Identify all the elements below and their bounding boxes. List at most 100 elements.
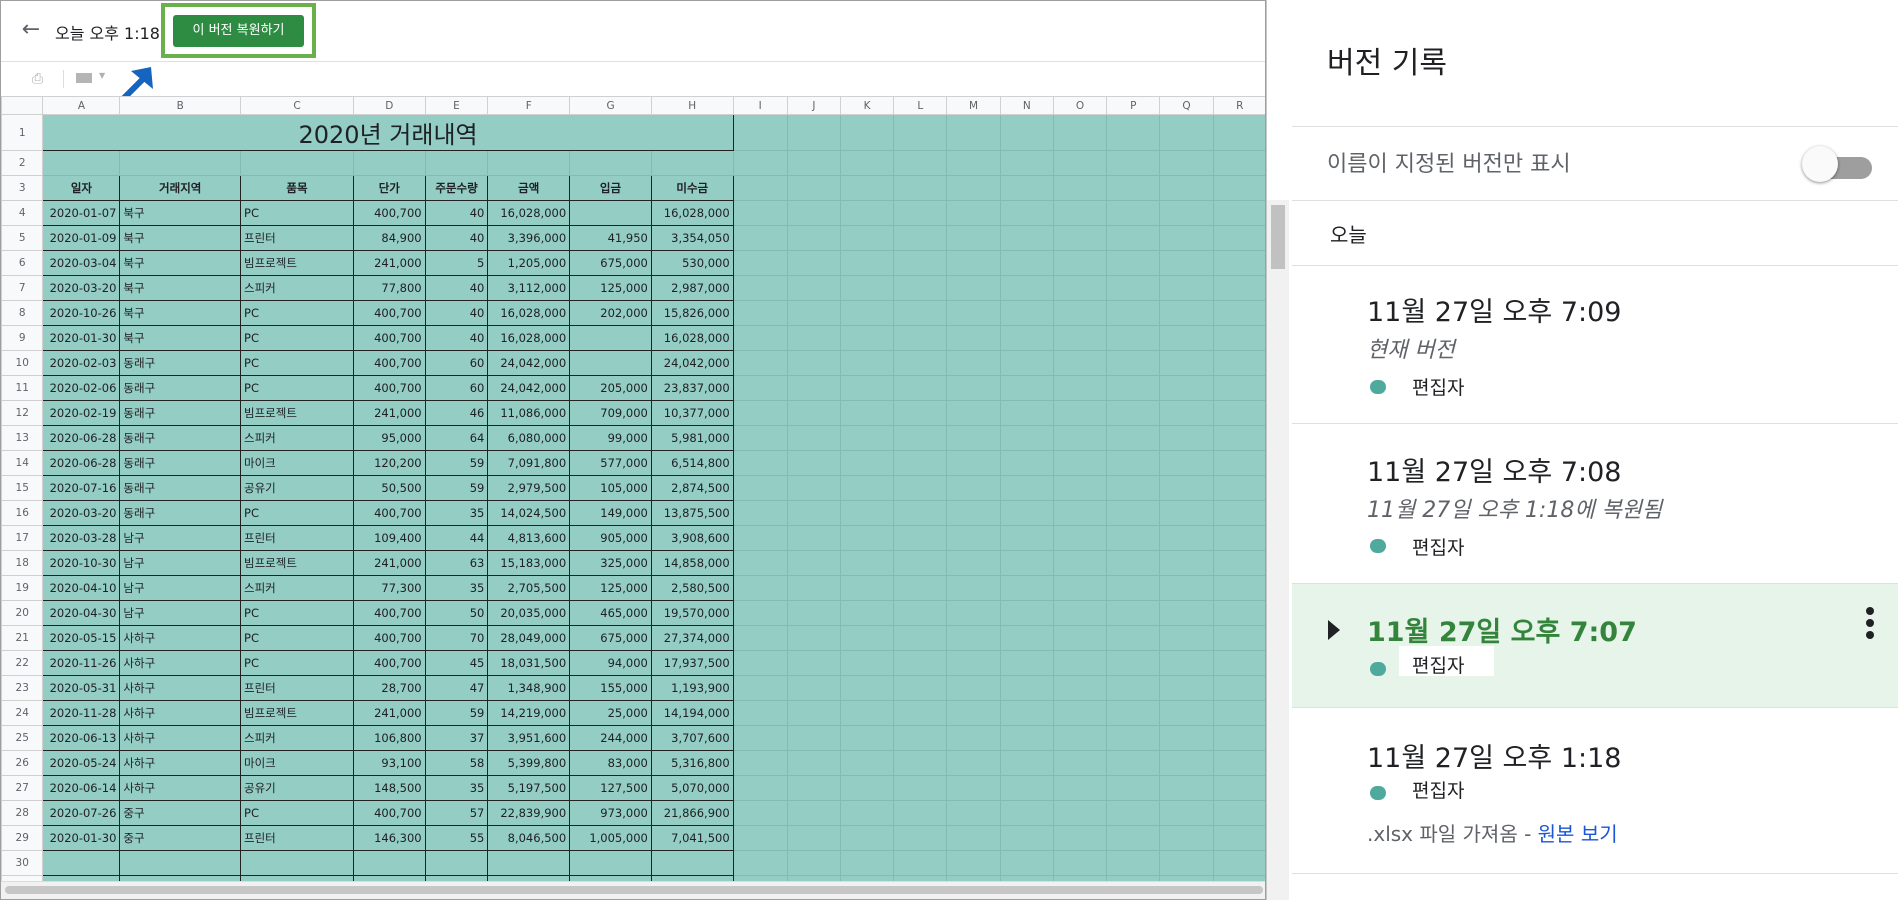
grid-cell[interactable]: [1052, 450, 1108, 476]
grid-cell[interactable]: [893, 375, 948, 401]
version-item[interactable]: 11월 27일 오후 7:09 현재 버전 편집자: [1292, 266, 1898, 424]
grid-cell[interactable]: [786, 150, 841, 176]
grid-cell[interactable]: [1052, 425, 1108, 451]
grid-cell[interactable]: [1052, 775, 1108, 801]
grid-cell[interactable]: [1159, 450, 1214, 476]
sheet-grid[interactable]: A B C D E F G H I J K L M N O P Q R 1 2020년 거래내역 2 3 일자 거래지역 품목 단…: [1, 96, 1265, 881]
data-cell[interactable]: 59: [424, 475, 489, 501]
grid-cell[interactable]: [786, 475, 841, 501]
grid-cell[interactable]: [946, 500, 1001, 526]
grid-cell[interactable]: [999, 200, 1054, 226]
grid-cell[interactable]: [1052, 400, 1108, 426]
data-cell[interactable]: 빔프로젝트: [240, 400, 354, 426]
grid-cell[interactable]: [1212, 425, 1265, 451]
grid-cell[interactable]: [1106, 275, 1161, 301]
data-cell[interactable]: 남구: [119, 550, 242, 576]
data-cell[interactable]: 13,875,500: [650, 500, 734, 526]
grid-cell[interactable]: [1212, 350, 1265, 376]
data-cell[interactable]: 77,800: [352, 275, 426, 301]
grid-cell[interactable]: [839, 775, 895, 801]
data-cell[interactable]: 64: [424, 425, 489, 451]
grid-cell[interactable]: [893, 300, 948, 326]
grid-cell[interactable]: [1212, 400, 1265, 426]
grid-cell[interactable]: [1052, 675, 1108, 701]
grid-cell[interactable]: [1106, 114, 1161, 151]
grid-cell[interactable]: [839, 675, 895, 701]
grid-cell[interactable]: [1212, 175, 1265, 201]
data-cell[interactable]: 149,000: [569, 500, 652, 526]
data-cell[interactable]: 57: [424, 800, 489, 826]
data-cell[interactable]: 20,035,000: [487, 600, 571, 626]
grid-cell[interactable]: [893, 250, 948, 276]
grid-cell[interactable]: [1212, 500, 1265, 526]
data-cell[interactable]: [569, 200, 652, 226]
data-cell[interactable]: 973,000: [569, 800, 652, 826]
grid-cell[interactable]: [893, 500, 948, 526]
data-cell[interactable]: 빔프로젝트: [240, 700, 354, 726]
grid-cell[interactable]: [1106, 350, 1161, 376]
column-header[interactable]: K: [839, 96, 895, 115]
grid-cell[interactable]: [839, 525, 895, 551]
grid-cell[interactable]: [1212, 800, 1265, 826]
grid-cell[interactable]: [732, 625, 788, 651]
grid-cell[interactable]: [1106, 450, 1161, 476]
data-cell[interactable]: 23,837,000: [650, 375, 734, 401]
grid-cell[interactable]: [1159, 500, 1214, 526]
data-cell[interactable]: 244,000: [569, 725, 652, 751]
data-cell[interactable]: 2,987,000: [650, 275, 734, 301]
grid-cell[interactable]: [732, 350, 788, 376]
grid-cell[interactable]: [1052, 550, 1108, 576]
data-cell[interactable]: 16,028,000: [650, 325, 734, 351]
data-cell[interactable]: 2020-11-28: [42, 700, 121, 726]
grid-cell[interactable]: [999, 175, 1054, 201]
grid-cell[interactable]: [839, 850, 895, 876]
grid-cell[interactable]: [732, 275, 788, 301]
grid-cell[interactable]: [839, 400, 895, 426]
grid-cell[interactable]: [42, 850, 121, 876]
data-cell[interactable]: 2020-03-20: [42, 275, 121, 301]
grid-cell[interactable]: [1052, 525, 1108, 551]
grid-cell[interactable]: [1106, 525, 1161, 551]
version-item[interactable]: 11월 27일 오후 1:18 편집자 .xlsx 파일 가져옴 - 원본 보기: [1292, 708, 1898, 874]
grid-cell[interactable]: [1106, 175, 1161, 201]
grid-cell[interactable]: [893, 575, 948, 601]
grid-cell[interactable]: [946, 250, 1001, 276]
data-cell[interactable]: 마이크: [240, 450, 354, 476]
data-cell[interactable]: 127,500: [569, 775, 652, 801]
grid-cell[interactable]: [893, 675, 948, 701]
grid-cell[interactable]: [839, 625, 895, 651]
data-cell[interactable]: 1,205,000: [487, 250, 571, 276]
grid-cell[interactable]: [1212, 325, 1265, 351]
data-cell[interactable]: 공유기: [240, 775, 354, 801]
grid-cell[interactable]: [1212, 675, 1265, 701]
grid-cell[interactable]: [1052, 625, 1108, 651]
data-cell[interactable]: 77,300: [352, 575, 426, 601]
data-cell[interactable]: PC: [240, 350, 354, 376]
column-header[interactable]: M: [946, 96, 1001, 115]
data-cell[interactable]: 공유기: [240, 475, 354, 501]
grid-cell[interactable]: [1106, 550, 1161, 576]
grid-cell[interactable]: [1212, 725, 1265, 751]
data-cell[interactable]: 사하구: [119, 650, 242, 676]
grid-cell[interactable]: [1212, 375, 1265, 401]
grid-cell[interactable]: [1052, 750, 1108, 776]
data-cell[interactable]: 3,707,600: [650, 725, 734, 751]
grid-cell[interactable]: [732, 150, 788, 176]
grid-cell[interactable]: [1052, 850, 1108, 876]
grid-cell[interactable]: [893, 275, 948, 301]
grid-cell[interactable]: [946, 200, 1001, 226]
data-cell[interactable]: 2020-01-30: [42, 825, 121, 851]
grid-cell[interactable]: [839, 275, 895, 301]
grid-cell[interactable]: [732, 300, 788, 326]
grid-cell[interactable]: [999, 675, 1054, 701]
data-cell[interactable]: 45: [424, 650, 489, 676]
data-cell[interactable]: 1,193,900: [650, 675, 734, 701]
grid-cell[interactable]: [999, 625, 1054, 651]
grid-cell[interactable]: [839, 114, 895, 151]
data-cell[interactable]: 93,100: [352, 750, 426, 776]
data-cell[interactable]: 27,374,000: [650, 625, 734, 651]
data-cell[interactable]: PC: [240, 650, 354, 676]
grid-cell[interactable]: [487, 150, 571, 176]
grid-cell[interactable]: [893, 400, 948, 426]
data-cell[interactable]: 709,000: [569, 400, 652, 426]
